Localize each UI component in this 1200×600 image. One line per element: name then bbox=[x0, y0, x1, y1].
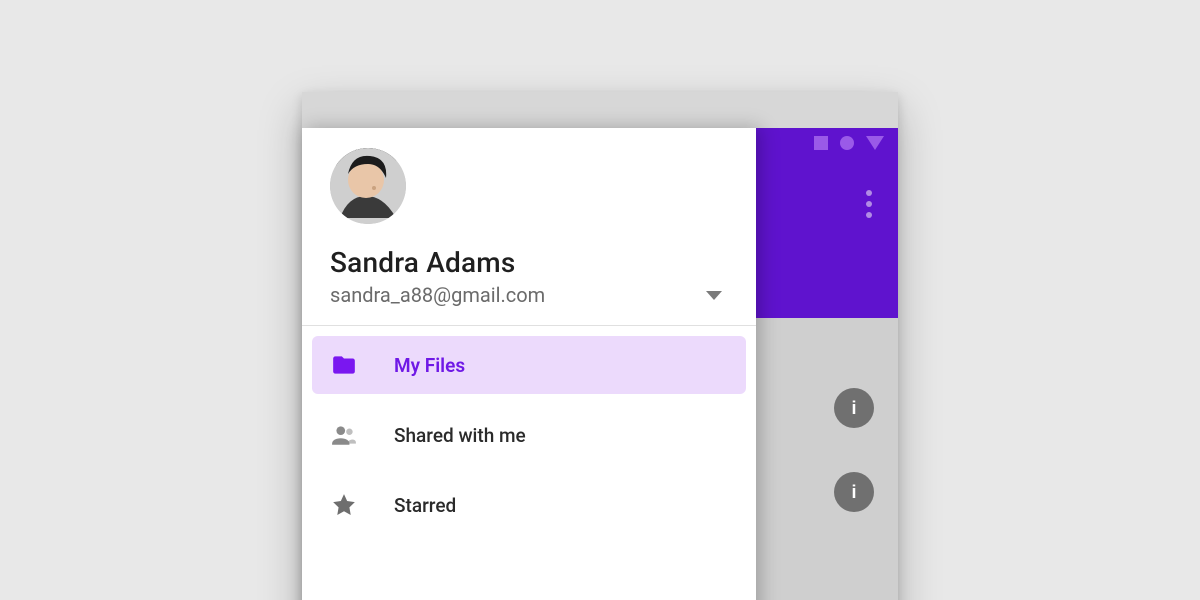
drawer-item-label: Starred bbox=[394, 494, 456, 517]
info-icon[interactable]: i bbox=[834, 472, 874, 512]
drawer-item-my-files[interactable]: My Files bbox=[312, 336, 746, 394]
drawer-menu: My Files Shared with me Starred bbox=[302, 326, 756, 544]
account-name: Sandra Adams bbox=[330, 246, 728, 279]
phone-frame: i i bbox=[302, 92, 898, 600]
info-icon[interactable]: i bbox=[834, 388, 874, 428]
more-vert-icon bbox=[866, 190, 872, 196]
system-nav-indicators bbox=[814, 136, 884, 150]
navigation-drawer: Sandra Adams sandra_a88@gmail.com My Fil… bbox=[302, 128, 756, 600]
drawer-item-label: My Files bbox=[394, 354, 465, 377]
more-vert-icon bbox=[866, 201, 872, 207]
nav-triangle-icon bbox=[866, 136, 884, 150]
drawer-item-shared[interactable]: Shared with me bbox=[312, 406, 746, 464]
status-bar bbox=[302, 92, 898, 128]
account-switcher-caret-icon[interactable] bbox=[706, 291, 722, 300]
folder-icon bbox=[330, 352, 358, 378]
drawer-item-label: Shared with me bbox=[394, 424, 526, 447]
overflow-menu-button[interactable] bbox=[866, 190, 872, 218]
star-icon bbox=[330, 492, 358, 518]
nav-circle-icon bbox=[840, 136, 854, 150]
nav-square-icon bbox=[814, 136, 828, 150]
account-email: sandra_a88@gmail.com bbox=[330, 283, 545, 307]
avatar[interactable] bbox=[330, 148, 406, 224]
drawer-account-header: Sandra Adams sandra_a88@gmail.com bbox=[302, 128, 756, 326]
people-icon bbox=[330, 422, 358, 448]
more-vert-icon bbox=[866, 212, 872, 218]
drawer-item-starred[interactable]: Starred bbox=[312, 476, 746, 534]
